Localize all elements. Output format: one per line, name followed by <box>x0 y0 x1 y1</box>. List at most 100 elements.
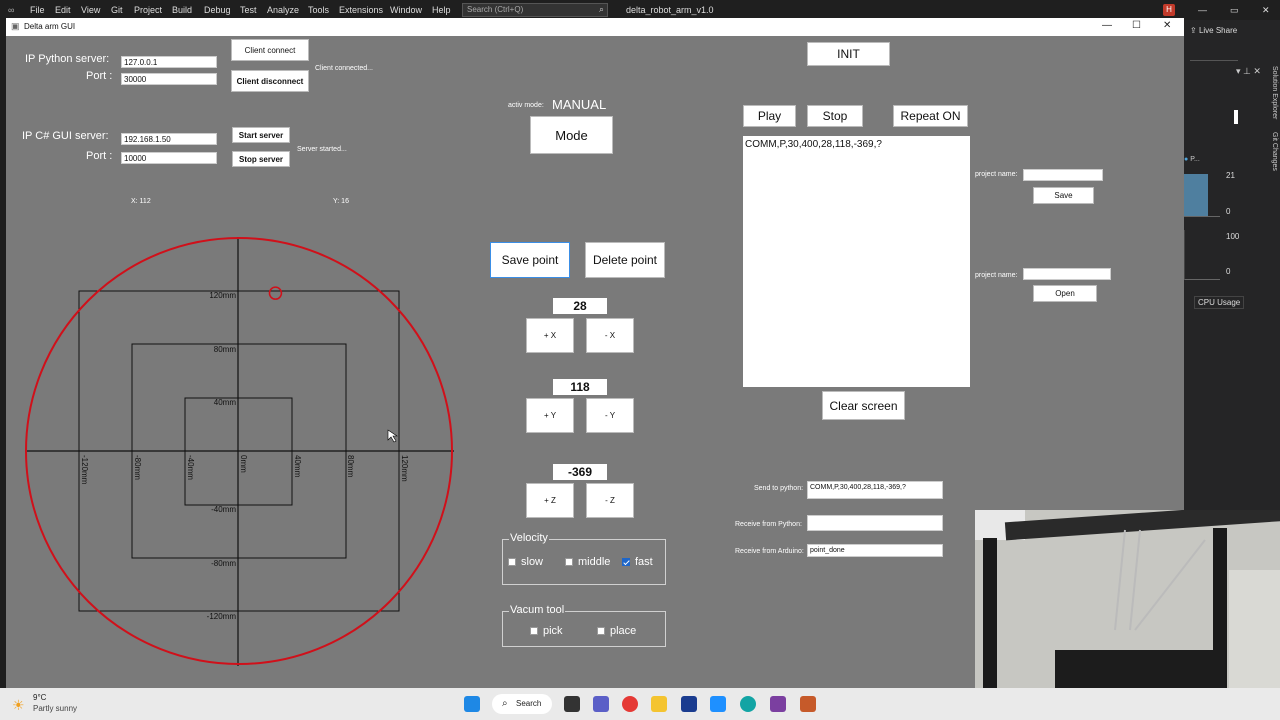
project-name-label-open: project name: <box>975 272 1018 279</box>
coord-y: Y: 16 <box>333 198 349 205</box>
ide-restore-icon[interactable]: ▭ <box>1230 5 1239 16</box>
client-status: Client connected... <box>315 65 373 72</box>
vscode-icon[interactable] <box>710 696 726 712</box>
save-button[interactable]: Save <box>1033 187 1094 204</box>
workspace-canvas[interactable]: 120mm 80mm 40mm -40mm -80mm -120mm -120m… <box>20 232 460 672</box>
ip-csharp-input[interactable]: 192.168.1.50 <box>121 133 217 145</box>
mode-button[interactable]: Mode <box>530 116 613 154</box>
ip-csharp-label: IP C# GUI server: <box>22 130 109 142</box>
ide-search-input[interactable]: Search (Ctrl+Q) ⌕ <box>462 3 608 17</box>
taskbar-search[interactable]: ⌕ Search <box>492 694 552 714</box>
ide-right-panel: ▾ ⊥ ✕ Solution Explorer Git Changes ● P.… <box>1184 20 1280 510</box>
project-name-open-input[interactable] <box>1023 268 1111 280</box>
minus-x-button[interactable]: - X <box>586 318 634 353</box>
file-explorer-icon[interactable] <box>651 696 667 712</box>
y-tick-neg80: -80mm <box>211 559 236 568</box>
start-server-button[interactable]: Start server <box>232 127 290 143</box>
port-csharp-input[interactable]: 10000 <box>121 152 217 164</box>
teams-icon[interactable] <box>593 696 609 712</box>
current-position-marker <box>268 286 283 300</box>
minimize-icon[interactable]: — <box>1102 20 1112 31</box>
port-python-input[interactable]: 30000 <box>121 73 217 85</box>
y-tick-40: 40mm <box>214 398 237 407</box>
legend-label: ● P... <box>1184 156 1200 163</box>
x-tick-neg40: -40mm <box>186 455 195 480</box>
x-value-field[interactable]: 28 <box>553 298 607 314</box>
arduino-icon[interactable] <box>740 696 756 712</box>
ide-close-icon[interactable]: ✕ <box>1262 5 1270 16</box>
client-disconnect-button[interactable]: Client disconnect <box>231 70 309 92</box>
close-icon[interactable]: ✕ <box>1163 20 1171 31</box>
coord-x: X: 112 <box>131 198 151 205</box>
visual-studio-icon[interactable] <box>770 696 786 712</box>
server-status: Server started... <box>297 146 347 153</box>
tab-git-label: Git Changes <box>1271 132 1278 171</box>
avatar[interactable]: H <box>1163 4 1175 16</box>
ip-python-input[interactable]: 127.0.0.1 <box>121 56 217 68</box>
maps-icon[interactable] <box>681 696 697 712</box>
menu-tools[interactable]: Tools <box>308 5 329 15</box>
open-button[interactable]: Open <box>1033 285 1097 302</box>
menu-build[interactable]: Build <box>172 5 192 15</box>
velocity-slow-checkbox[interactable]: slow <box>508 556 543 568</box>
app-taskbar-icon[interactable] <box>800 696 816 712</box>
live-share-button[interactable]: ⇪ Live Share <box>1190 26 1237 35</box>
ide-search-placeholder: Search (Ctrl+Q) <box>467 5 524 14</box>
menu-extensions[interactable]: Extensions <box>339 5 383 15</box>
stop-server-button[interactable]: Stop server <box>232 151 290 167</box>
menu-test[interactable]: Test <box>240 5 257 15</box>
perf-max: 21 <box>1226 171 1235 180</box>
z-value-field[interactable]: -369 <box>553 464 607 480</box>
port-csharp-label: Port : <box>86 150 113 162</box>
app-title: Delta arm GUI <box>24 22 76 31</box>
stop-button[interactable]: Stop <box>807 105 863 127</box>
place-checkbox[interactable]: place <box>597 625 636 637</box>
menu-debug[interactable]: Debug <box>204 5 231 15</box>
menu-help[interactable]: Help <box>432 5 451 15</box>
client-connect-button[interactable]: Client connect <box>231 39 309 61</box>
maximize-icon[interactable]: ☐ <box>1132 20 1141 31</box>
tab-solution-label: Solution Explorer <box>1271 66 1278 120</box>
vacuum-group: Vacum tool pick place <box>502 604 666 647</box>
task-view-icon[interactable] <box>564 696 580 712</box>
menu-view[interactable]: View <box>81 5 100 15</box>
plus-x-button[interactable]: + X <box>526 318 574 353</box>
plus-z-button[interactable]: + Z <box>526 483 574 518</box>
chrome-icon[interactable] <box>622 696 638 712</box>
y-tick-neg120: -120mm <box>207 612 237 621</box>
velocity-fast-checkbox[interactable]: fast <box>622 556 653 568</box>
init-button[interactable]: INIT <box>807 42 890 66</box>
pin-icon[interactable]: ▾ ⊥ ✕ <box>1236 66 1261 77</box>
menu-window[interactable]: Window <box>390 5 422 15</box>
vs-logo-icon[interactable]: ∞ <box>8 5 14 15</box>
velocity-title: Velocity <box>509 532 549 544</box>
send-python-input[interactable]: COMM,P,30,400,28,118,-369,? <box>807 481 943 499</box>
menu-git[interactable]: Git <box>111 5 123 15</box>
save-point-button[interactable]: Save point <box>490 242 570 278</box>
project-name-save-input[interactable] <box>1023 169 1103 181</box>
menu-analyze[interactable]: Analyze <box>267 5 299 15</box>
pick-checkbox[interactable]: pick <box>530 625 563 637</box>
recv-arduino-input[interactable]: point_done <box>807 544 943 557</box>
clear-screen-button[interactable]: Clear screen <box>822 391 905 420</box>
y-value-field[interactable]: 118 <box>553 379 607 395</box>
menu-edit[interactable]: Edit <box>55 5 71 15</box>
velocity-middle-checkbox[interactable]: middle <box>565 556 610 568</box>
console-output[interactable]: COMM,P,30,400,28,118,-369,? <box>743 136 970 387</box>
menu-file[interactable]: File <box>30 5 45 15</box>
ide-project-name: delta_robot_arm_v1.0 <box>626 5 714 15</box>
plus-y-button[interactable]: + Y <box>526 398 574 433</box>
minus-z-button[interactable]: - Z <box>586 483 634 518</box>
tab-git-changes[interactable]: Git Changes <box>1264 132 1278 171</box>
repeat-button[interactable]: Repeat ON <box>893 105 968 127</box>
delete-point-button[interactable]: Delete point <box>585 242 665 278</box>
start-icon[interactable] <box>464 696 480 712</box>
recv-python-input[interactable] <box>807 515 943 531</box>
activ-mode-value: MANUAL <box>552 97 607 112</box>
play-button[interactable]: Play <box>743 105 796 127</box>
taskbar: ☀ 9°C Partly sunny ⌕ Search <box>0 688 1280 720</box>
ide-minimize-icon[interactable]: — <box>1198 5 1207 15</box>
tab-cpu-usage[interactable]: CPU Usage <box>1194 296 1245 309</box>
menu-project[interactable]: Project <box>134 5 162 15</box>
minus-y-button[interactable]: - Y <box>586 398 634 433</box>
